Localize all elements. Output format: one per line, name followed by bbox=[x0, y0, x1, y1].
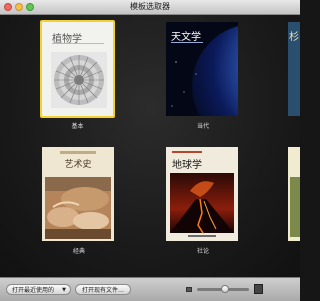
template-label: 社论 bbox=[196, 248, 209, 255]
cover-subtitle-line bbox=[188, 235, 216, 237]
template-tile-contemporary[interactable]: 天文学 当代 bbox=[164, 20, 242, 130]
template-tile-partial[interactable]: 杉 bbox=[286, 20, 300, 130]
template-tile-editorial[interactable]: 地球学 社论 bbox=[164, 145, 242, 255]
template-label: 经典 bbox=[72, 248, 85, 255]
cover-image-fragment bbox=[290, 177, 300, 237]
template-tile-partial-2[interactable] bbox=[286, 145, 300, 255]
cover-title: 艺术史 bbox=[64, 160, 92, 170]
volcano-image bbox=[170, 173, 234, 233]
cover-title: 杉 bbox=[289, 32, 299, 43]
template-grid: 植物学 基本 天文学 当代 杉 艺术史 经典 地球学 社论 bbox=[0, 15, 300, 277]
cover-rule bbox=[171, 42, 203, 43]
template-tile-classic[interactable]: 艺术史 经典 bbox=[40, 145, 118, 255]
template-label: 基本 bbox=[71, 123, 84, 130]
cover-title: 天文学 bbox=[171, 32, 201, 43]
large-thumbnail-icon bbox=[254, 284, 263, 294]
template-tile-basic[interactable]: 植物学 基本 bbox=[40, 20, 118, 130]
zoom-slider-knob[interactable] bbox=[221, 285, 229, 293]
open-existing-file-button[interactable]: 打开现有文件… bbox=[75, 284, 131, 295]
template-cover-botany[interactable]: 植物学 bbox=[40, 20, 115, 118]
template-cover-partial[interactable]: 杉 bbox=[288, 22, 300, 116]
dahlia-flower-image bbox=[51, 52, 107, 108]
cover-ornament bbox=[172, 151, 202, 153]
cover-title: 地球学 bbox=[172, 160, 202, 171]
template-cover-astronomy[interactable]: 天文学 bbox=[166, 22, 238, 116]
window-title: 模板选取器 bbox=[130, 2, 170, 11]
chevron-down-icon: ▼ bbox=[62, 287, 66, 293]
title-bar: 模板选取器 bbox=[0, 0, 300, 15]
open-existing-label: 打开现有文件… bbox=[81, 287, 124, 294]
template-label: 当代 bbox=[196, 123, 209, 130]
small-thumbnail-icon bbox=[186, 287, 192, 292]
open-recent-label: 打开最近使用的 bbox=[12, 287, 55, 294]
zoom-slider[interactable] bbox=[197, 285, 249, 293]
cover-rule bbox=[52, 43, 104, 44]
template-cover-art-history[interactable]: 艺术史 bbox=[42, 147, 114, 241]
template-cover-earth-science[interactable]: 地球学 bbox=[166, 147, 238, 241]
open-recent-button[interactable]: 打开最近使用的 ▼ bbox=[6, 284, 71, 295]
bottom-toolbar: 打开最近使用的 ▼ 打开现有文件… bbox=[0, 277, 300, 301]
fresco-painting-image bbox=[45, 177, 111, 239]
cover-ornament bbox=[60, 151, 96, 154]
template-cover-partial-2[interactable] bbox=[288, 147, 300, 241]
